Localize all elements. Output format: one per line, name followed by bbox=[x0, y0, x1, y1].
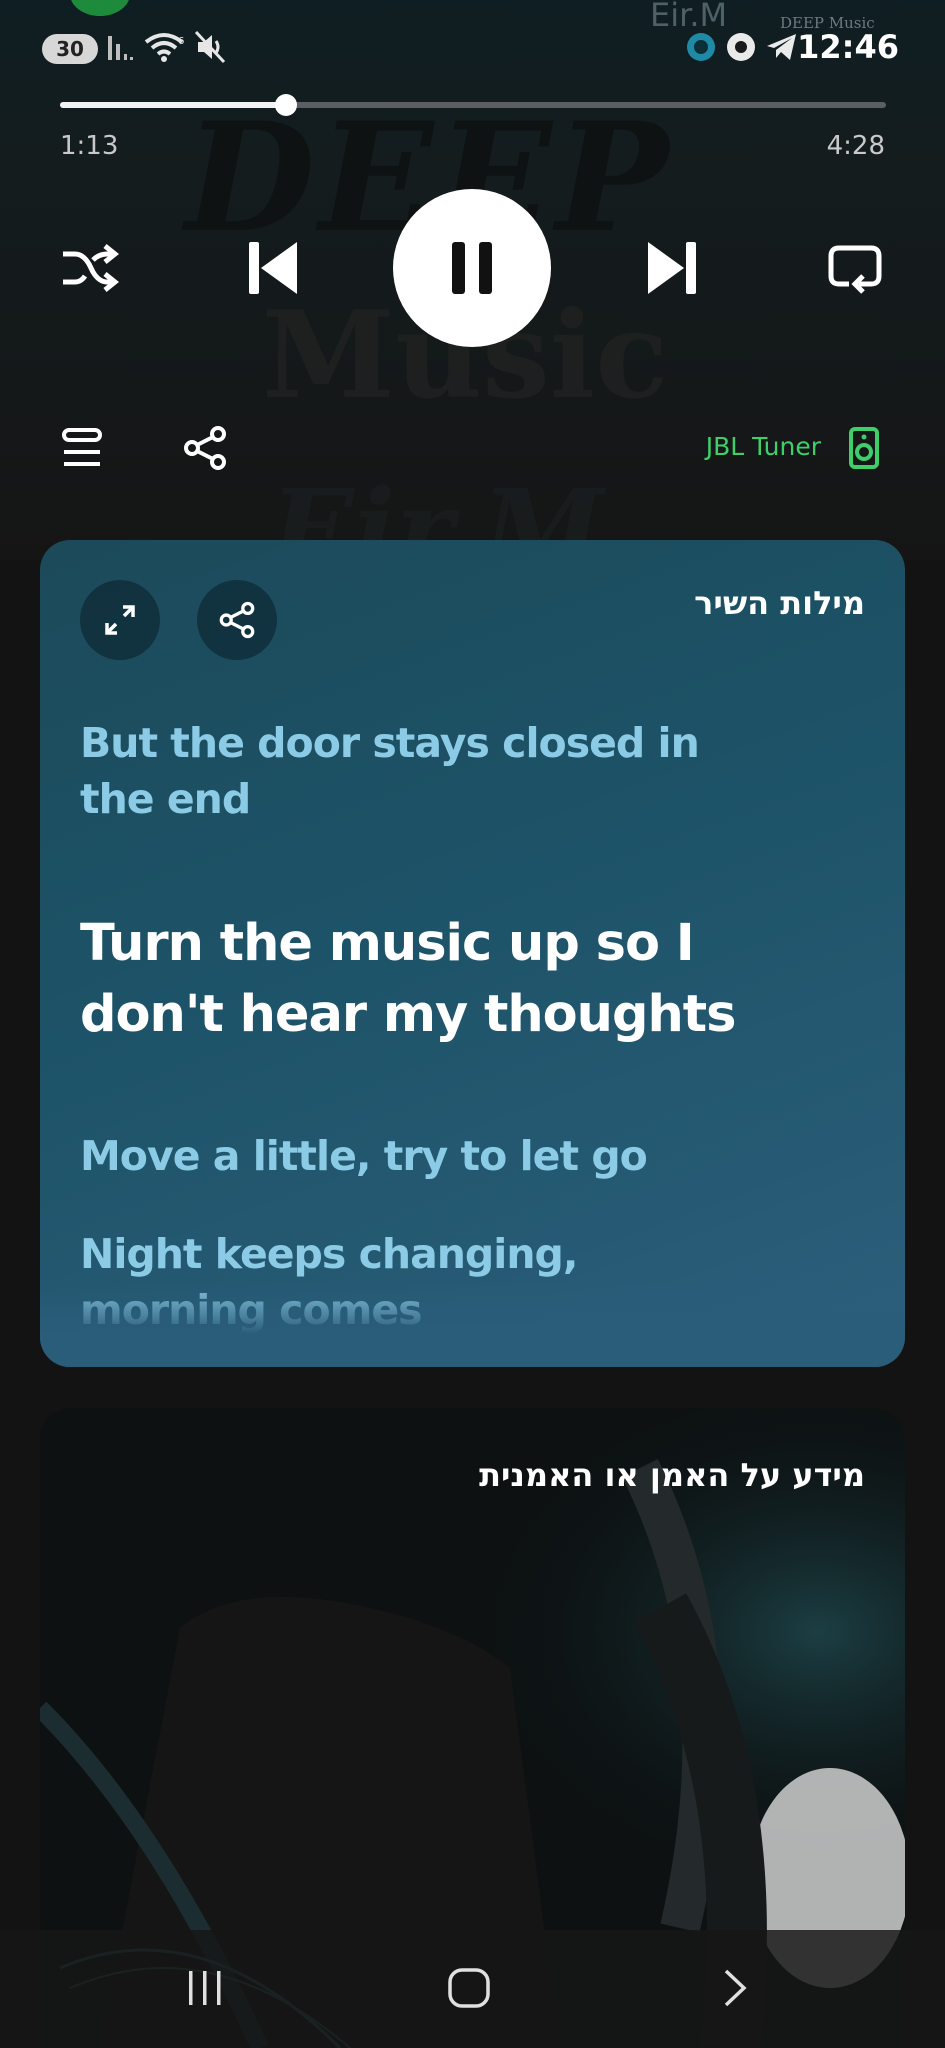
svg-text:6: 6 bbox=[178, 36, 184, 47]
back-button[interactable] bbox=[706, 1960, 764, 2016]
signal-icon bbox=[108, 36, 133, 60]
wifi-icon: 6 bbox=[144, 33, 184, 62]
pause-button[interactable] bbox=[393, 189, 551, 347]
status-bar: Eir.M DEEP Music 30 6 12:46 bbox=[0, 0, 945, 90]
telegram-icon bbox=[767, 34, 796, 60]
artist-info-title: מידע על האמן או האמנית bbox=[479, 1456, 865, 1494]
repeat-button[interactable] bbox=[820, 236, 890, 300]
lyrics-expand-button[interactable] bbox=[80, 580, 160, 660]
lyric-line-next[interactable]: Move a little, try to let go bbox=[80, 1128, 780, 1184]
pause-icon bbox=[452, 242, 492, 294]
queue-button[interactable] bbox=[58, 424, 106, 472]
now-playing-screen: DEEP Music Eir.M Eir.M DEEP Music 30 6 1… bbox=[0, 0, 945, 2048]
navigation-bar bbox=[0, 1930, 945, 2048]
status-badge: 30 bbox=[42, 34, 98, 64]
elapsed-time: 1:13 bbox=[60, 131, 119, 161]
lyrics-card[interactable]: מילות השיר But the door stays closed in … bbox=[40, 540, 905, 1367]
repeat-icon bbox=[828, 245, 882, 294]
next-icon bbox=[648, 242, 696, 294]
total-time: 4:28 bbox=[826, 131, 885, 161]
notification-dot bbox=[70, 0, 130, 16]
next-button[interactable] bbox=[639, 234, 705, 302]
mute-icon bbox=[194, 30, 226, 64]
clock: 12:46 bbox=[797, 28, 899, 66]
home-icon bbox=[448, 1968, 490, 2008]
share-icon bbox=[219, 601, 255, 639]
lyrics-title: מילות השיר bbox=[694, 584, 865, 622]
art-artist-fragment: Eir.M bbox=[650, 0, 728, 34]
seek-bar-fill bbox=[60, 102, 287, 108]
speaker-icon bbox=[849, 427, 879, 469]
queue-icon bbox=[62, 428, 102, 466]
previous-button[interactable] bbox=[240, 234, 306, 302]
home-button[interactable] bbox=[440, 1960, 498, 2016]
chrome-icon bbox=[727, 33, 755, 61]
previous-icon bbox=[249, 242, 297, 294]
recent-apps-button[interactable] bbox=[176, 1960, 234, 2016]
expand-icon bbox=[105, 605, 135, 635]
seek-bar[interactable] bbox=[60, 94, 886, 116]
share-icon bbox=[184, 426, 226, 470]
shuffle-button[interactable] bbox=[54, 236, 124, 300]
output-device-button[interactable] bbox=[844, 424, 884, 472]
app-notification-icon bbox=[687, 33, 715, 61]
lyrics-share-button[interactable] bbox=[197, 580, 277, 660]
share-button[interactable] bbox=[180, 424, 230, 472]
shuffle-icon bbox=[63, 244, 119, 292]
output-device-name[interactable]: JBL Tuner bbox=[706, 432, 821, 461]
back-icon bbox=[724, 1969, 747, 2007]
menu-icon bbox=[189, 1971, 221, 2005]
lyrics-fade bbox=[40, 1280, 905, 1367]
lyric-line-current[interactable]: Turn the music up so I don't hear my tho… bbox=[80, 908, 780, 1050]
lyric-line-past[interactable]: But the door stays closed in the end bbox=[80, 715, 780, 827]
